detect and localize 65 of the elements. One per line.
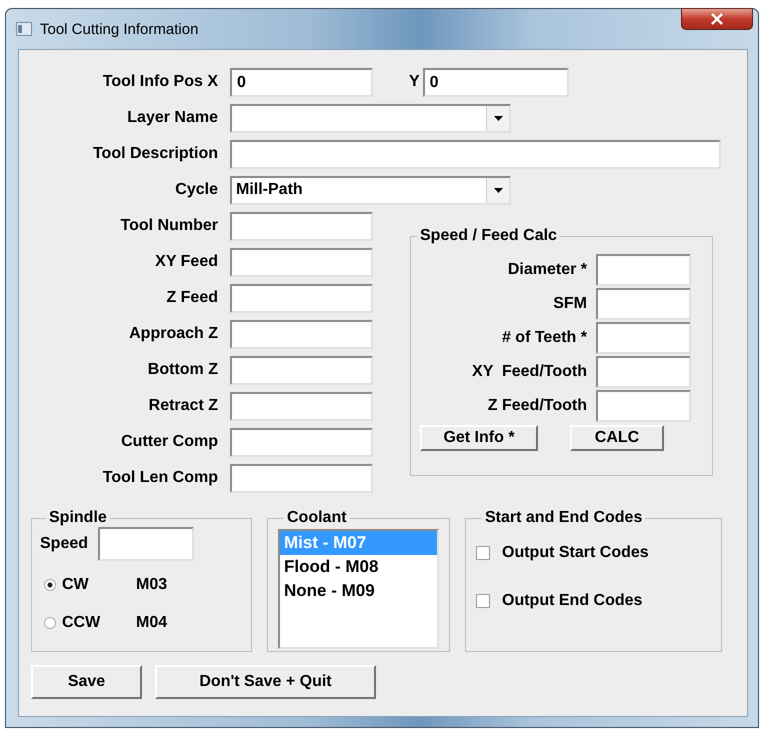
field-label: Cutter Comp [120,433,218,451]
list-item[interactable]: Flood - M08 [280,555,437,579]
text-field[interactable] [98,527,194,561]
group-title: Spindle [48,509,108,527]
field-label: Y [409,73,420,91]
checkbox-label: Output Start Codes [502,544,649,562]
field-label: # of Teeth * [502,329,587,347]
caret-icon [494,116,502,120]
text-field[interactable]: 0 [230,68,373,96]
dropdown[interactable] [230,104,511,132]
group-title: Speed / Feed Calc [419,227,558,245]
window-icon [16,22,32,36]
text-field[interactable] [596,390,691,422]
window-title: Tool Cutting Information [40,20,198,38]
checkbox[interactable] [476,594,490,608]
field-label: XY Feed [154,253,218,271]
text-field[interactable] [230,356,373,384]
text-field[interactable] [230,212,373,240]
close-button[interactable] [681,8,753,30]
field-label: Approach Z [128,325,218,343]
text-field[interactable] [230,320,373,348]
text-field[interactable] [596,288,691,320]
field-label: Retract Z [148,397,218,415]
checkbox-label: Output End Codes [502,592,642,610]
text-field[interactable] [230,428,373,456]
caret-icon [494,188,502,192]
text-field[interactable] [230,464,373,492]
field-label: Cycle [174,181,218,199]
text-field[interactable] [230,248,373,276]
field-label: Tool Number [120,217,218,235]
code-label: M03 [136,576,168,594]
text-field[interactable]: 0 [422,68,569,96]
group-title: Coolant [286,509,348,527]
field-label: Tool Len Comp [102,469,218,487]
field-label: Speed [40,535,88,553]
calc-button[interactable]: CALC [570,425,664,451]
field-label: Diameter * [508,261,587,279]
checkbox[interactable] [476,546,490,560]
code-label: M04 [136,614,168,632]
text-field[interactable] [596,322,691,354]
field-label: Z Feed/Tooth [488,397,587,415]
dropdown[interactable]: Mill-Path [230,176,511,204]
text-field[interactable] [230,392,373,420]
text-field[interactable] [596,254,691,286]
field-label: SFM [553,295,587,313]
list-box[interactable]: Mist - M07 Flood - M08 None - M09 [278,529,439,649]
field-label: Tool Description [92,145,218,163]
field-label: Tool Info Pos X [102,73,218,91]
radio-label: CCW [62,614,102,632]
text-field[interactable] [230,284,373,312]
radio-label: CW [62,576,90,594]
quit-button[interactable]: Don't Save + Quit [155,665,376,699]
close-icon [710,13,724,25]
calc-button[interactable]: Get Info * [420,425,538,451]
field-label: Bottom Z [146,361,218,379]
radio-button[interactable] [44,617,56,629]
text-field[interactable] [230,140,721,168]
field-label: Layer Name [126,109,218,127]
field-label: Z Feed [165,289,218,307]
save-button[interactable]: Save [31,665,142,699]
radio-button[interactable] [44,579,56,591]
list-item[interactable]: None - M09 [280,579,437,603]
field-label: XY Feed/Tooth [472,363,587,381]
group-title: Start and End Codes [484,509,644,527]
text-field[interactable] [596,356,691,388]
